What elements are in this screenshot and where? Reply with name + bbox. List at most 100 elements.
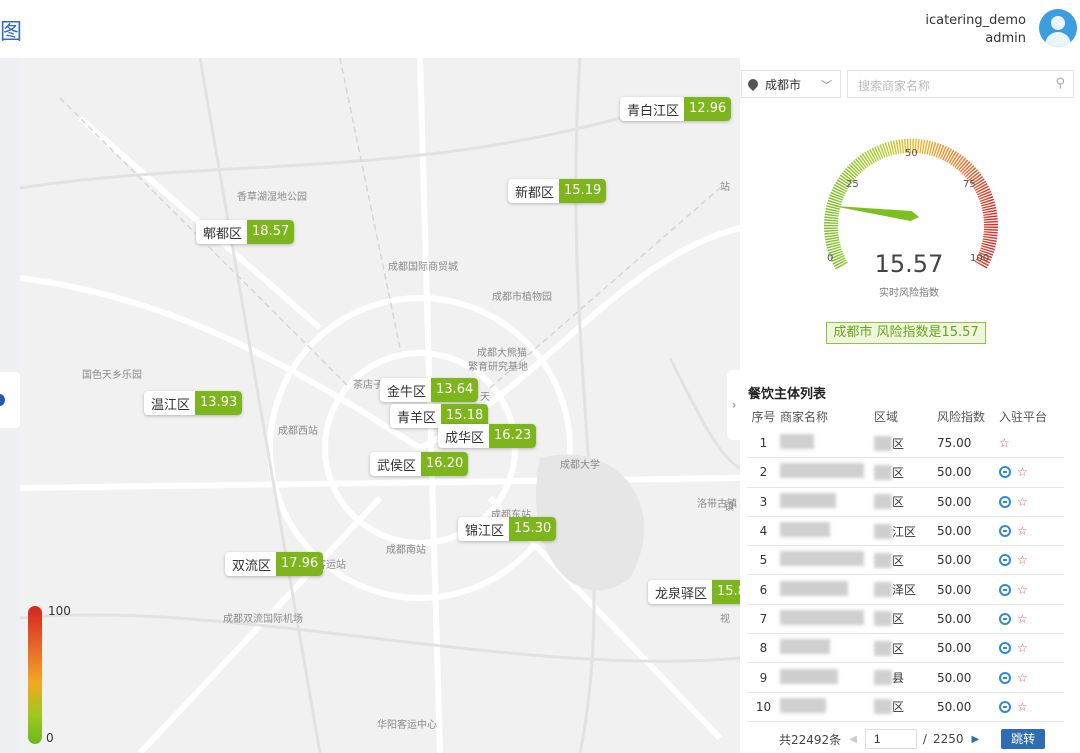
gauge-tick-label: 100 <box>970 253 989 264</box>
meituan-platform-icon[interactable]: ☆ <box>999 437 1010 449</box>
avatar-head-icon <box>1051 16 1065 30</box>
area-suffix: 区 <box>892 612 905 627</box>
risk-index: 50.00 <box>937 699 972 714</box>
area-cell: 泽区 <box>874 581 937 598</box>
district-marker[interactable]: 成华区 16.23 <box>438 424 537 448</box>
district-marker[interactable]: 双流区 17.96 <box>225 552 324 576</box>
table-row[interactable]: 3 区 50.00 ☆ <box>747 488 1064 517</box>
table-row[interactable]: 6 泽区 50.00 ☆ <box>747 575 1064 605</box>
district-marker[interactable]: 新都区 15.19 <box>508 179 607 203</box>
district-marker[interactable]: 郫都区 18.57 <box>196 220 295 244</box>
area-suffix: 区 <box>892 495 905 510</box>
risk-index: 50.00 <box>937 494 972 509</box>
area-suffix: 区 <box>892 436 905 451</box>
area-cell: 区 <box>874 640 937 657</box>
eleme-platform-icon[interactable] <box>999 612 1011 625</box>
search-placeholder: 搜索商家名称 <box>858 79 931 93</box>
map-place-label: 华阳客运中心 <box>377 720 437 731</box>
table-row[interactable]: 2 区 50.00 ☆ <box>747 458 1064 488</box>
merchant-name-redacted <box>780 434 874 452</box>
map-place-label: 站 <box>720 182 730 193</box>
row-index: 9 <box>759 670 768 685</box>
meituan-platform-icon[interactable]: ☆ <box>1017 525 1028 537</box>
eleme-platform-icon[interactable] <box>999 583 1011 596</box>
table-row[interactable]: 7 区 50.00 ☆ <box>747 605 1064 635</box>
platform-icons: ☆ <box>999 525 1059 538</box>
avatar-body-icon <box>1045 32 1071 47</box>
page-number-input[interactable] <box>864 729 917 749</box>
meituan-platform-icon[interactable]: ☆ <box>1017 701 1028 713</box>
district-risk-value: 18.57 <box>247 220 295 244</box>
page-separator: / <box>922 732 927 746</box>
area-suffix: 县 <box>892 671 905 686</box>
meituan-platform-icon[interactable]: ☆ <box>1017 584 1028 596</box>
merchant-search-input[interactable]: 搜索商家名称 ⚲ <box>847 70 1074 98</box>
district-risk-value: 12.96 <box>684 97 732 121</box>
panel-collapse-button[interactable]: › <box>727 370 741 440</box>
avatar[interactable] <box>1039 9 1077 47</box>
district-marker[interactable]: 锦江区 15.30 <box>458 517 557 541</box>
platform-icons: ☆ <box>999 466 1059 479</box>
area-suffix: 区 <box>892 465 905 480</box>
row-index: 1 <box>759 436 768 451</box>
meituan-platform-icon[interactable]: ☆ <box>1017 466 1028 478</box>
district-marker[interactable]: 武侯区 16.20 <box>370 452 469 476</box>
redaction-blur <box>780 639 830 655</box>
area-cell: 区 <box>874 698 937 715</box>
table-row[interactable]: 4 江区 50.00 ☆ <box>747 517 1064 547</box>
district-risk-value: 15.30 <box>509 517 557 541</box>
risk-legend-bar <box>28 606 42 744</box>
eleme-platform-icon[interactable] <box>999 671 1011 684</box>
district-name: 武侯区 <box>377 458 417 474</box>
eleme-platform-icon[interactable] <box>999 554 1011 567</box>
map-place-label: 视 <box>720 614 730 625</box>
platform-icons: ☆ <box>999 495 1059 508</box>
district-name: 新都区 <box>515 185 555 201</box>
table-row[interactable]: 1 区 75.00 ☆ <box>747 429 1064 459</box>
map-place-label: 香草湖湿地公园 <box>237 192 307 203</box>
total-pages: 2250 <box>932 732 964 746</box>
meituan-platform-icon[interactable]: ☆ <box>1017 496 1028 508</box>
district-name: 双流区 <box>232 558 272 574</box>
merchant-name-redacted <box>780 492 874 511</box>
table-row[interactable]: 10 区 50.00 ☆ <box>747 693 1064 722</box>
prev-page-icon[interactable]: ◀ <box>849 734 857 745</box>
area-cell: 区 <box>874 435 937 452</box>
eleme-platform-icon[interactable] <box>999 642 1011 655</box>
jump-button[interactable]: 跳转 <box>1001 729 1046 749</box>
eleme-platform-icon[interactable] <box>999 495 1011 508</box>
map-place-label: 成都国际商贸城 <box>388 262 458 273</box>
city-select[interactable]: 成都市 ﹀ <box>741 70 841 98</box>
sidebar-toggle[interactable] <box>0 372 20 428</box>
meituan-platform-icon[interactable]: ☆ <box>1017 554 1028 566</box>
row-index: 7 <box>759 611 768 626</box>
search-icon[interactable]: ⚲ <box>1055 76 1065 91</box>
district-marker[interactable]: 青白江区 12.96 <box>620 97 732 121</box>
next-page-icon[interactable]: ▶ <box>971 734 979 745</box>
eleme-platform-icon[interactable] <box>999 700 1011 713</box>
meituan-platform-icon[interactable]: ☆ <box>1017 613 1028 625</box>
district-name: 青白江区 <box>627 103 680 119</box>
table-row[interactable]: 8 区 50.00 ☆ <box>747 634 1064 664</box>
district-marker[interactable]: 龙泉驿区15.8 <box>648 580 740 604</box>
meituan-platform-icon[interactable]: ☆ <box>1017 672 1028 684</box>
district-marker[interactable]: 金牛区 13.64 <box>380 378 479 402</box>
area-suffix: 区 <box>892 700 905 715</box>
table-row[interactable]: 5 区 50.00 ☆ <box>747 546 1064 576</box>
risk-index: 50.00 <box>937 553 972 568</box>
risk-map[interactable]: 香草湖湿地公园 成都国际商贸城 成都市植物园 成都大熊猫 繁育研究基地 国色天乡… <box>20 58 740 753</box>
risk-index: 75.00 <box>937 436 972 451</box>
chevron-left-icon: › <box>731 398 737 412</box>
risk-index: 50.00 <box>937 465 972 480</box>
area-suffix: 江区 <box>892 524 917 539</box>
eleme-platform-icon[interactable] <box>999 525 1011 538</box>
map-place-label: 成都大熊猫 <box>477 348 527 359</box>
eleme-platform-icon[interactable] <box>999 466 1011 479</box>
map-place-label: 成都双流国际机场 <box>223 614 303 625</box>
redaction-blur <box>780 463 864 479</box>
table-row[interactable]: 9 县 50.00 ☆ <box>747 663 1064 693</box>
district-marker[interactable]: 温江区 13.93 <box>144 391 243 415</box>
user-info[interactable]: icatering_demo admin <box>925 12 1026 48</box>
meituan-platform-icon[interactable]: ☆ <box>1017 642 1028 654</box>
gauge-tick-label: 75 <box>963 179 976 190</box>
